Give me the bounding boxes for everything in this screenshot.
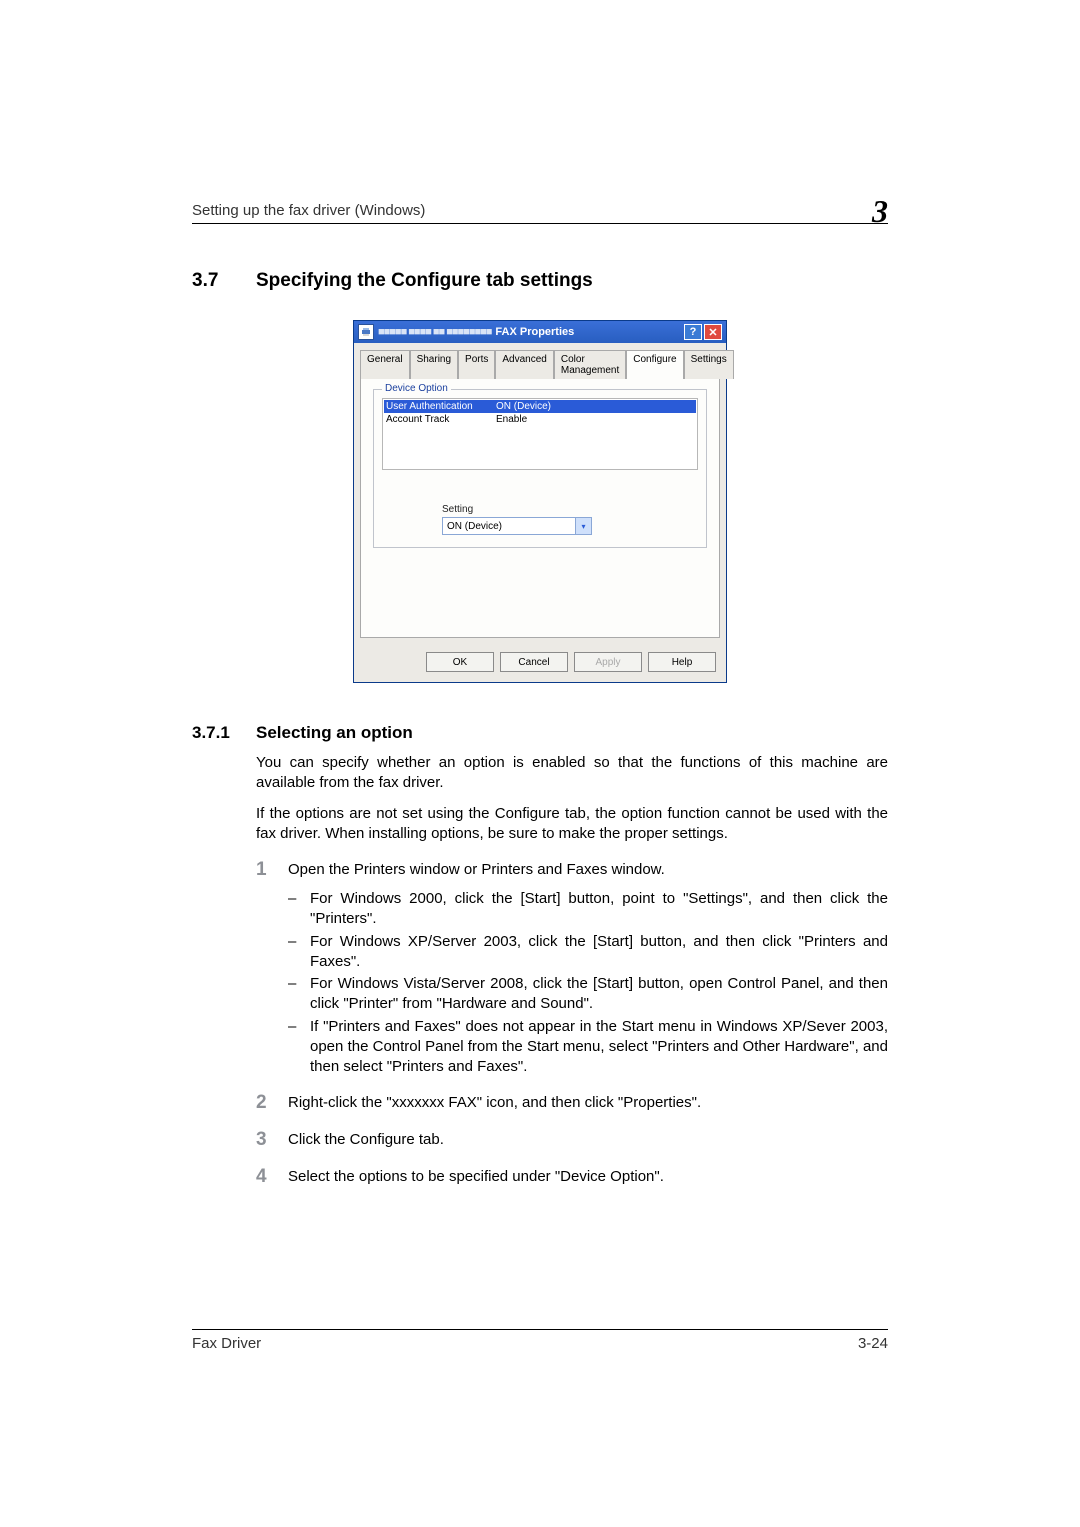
option-value: ON (Device) (496, 401, 551, 412)
tab-general[interactable]: General (360, 350, 410, 379)
list-text: If "Printers and Faxes" does not appear … (310, 1017, 888, 1078)
step-text: Open the Printers window or Printers and… (288, 860, 888, 880)
list-item: –For Windows 2000, click the [Start] but… (288, 889, 888, 930)
cancel-button[interactable]: Cancel (500, 652, 568, 672)
paragraph: If the options are not set using the Con… (256, 804, 888, 845)
option-row[interactable]: User Authentication ON (Device) (384, 400, 696, 413)
option-value: Enable (496, 414, 527, 425)
list-item: –If "Printers and Faxes" does not appear… (288, 1017, 888, 1078)
dialog-title: FAX Properties (495, 326, 574, 338)
dialog-title-prefix: ■■■■■ ■■■■ ■■ ■■■■■■■■ (378, 326, 491, 338)
tab-strip: General Sharing Ports Advanced Color Man… (360, 349, 720, 378)
option-row[interactable]: Account Track Enable (384, 413, 696, 426)
tab-color-management[interactable]: Color Management (554, 350, 626, 379)
list-text: For Windows XP/Server 2003, click the [S… (310, 932, 888, 973)
tab-sharing[interactable]: Sharing (410, 350, 458, 379)
list-text: For Windows 2000, click the [Start] butt… (310, 889, 888, 930)
setting-combo[interactable]: ON (Device) ▾ (442, 517, 592, 535)
step-text: Select the options to be specified under… (288, 1167, 888, 1187)
section-number: 3.7 (192, 270, 256, 292)
tab-configure[interactable]: Configure (626, 350, 683, 379)
list-text: For Windows Vista/Server 2008, click the… (310, 974, 888, 1015)
paragraph: You can specify whether an option is ena… (256, 753, 888, 794)
dialog-screenshot: ■■■■■ ■■■■ ■■ ■■■■■■■■ FAX Properties ? … (353, 320, 727, 683)
step-number: 2 (256, 1093, 288, 1114)
tab-ports[interactable]: Ports (458, 350, 495, 379)
combo-value: ON (Device) (447, 521, 502, 532)
subsection-title: Selecting an option (256, 723, 413, 743)
step-text: Click the Configure tab. (288, 1130, 888, 1150)
option-list[interactable]: User Authentication ON (Device) Account … (382, 398, 698, 470)
close-icon[interactable]: ✕ (704, 324, 722, 340)
subsection-number: 3.7.1 (192, 723, 256, 743)
setting-label: Setting (442, 504, 698, 515)
chevron-down-icon[interactable]: ▾ (575, 518, 591, 534)
step-text: Right-click the "xxxxxxx FAX" icon, and … (288, 1093, 888, 1113)
groupbox-label: Device Option (382, 383, 451, 394)
chapter-number: 3 (872, 202, 888, 221)
step-number: 3 (256, 1130, 288, 1151)
running-header: Setting up the fax driver (Windows) (192, 202, 425, 219)
section-title: Specifying the Configure tab settings (256, 270, 593, 292)
step-number: 4 (256, 1167, 288, 1188)
step-number: 1 (256, 860, 288, 881)
option-key: Account Track (386, 414, 496, 425)
list-item: –For Windows Vista/Server 2008, click th… (288, 974, 888, 1015)
footer-left: Fax Driver (192, 1335, 261, 1352)
ok-button[interactable]: OK (426, 652, 494, 672)
help-icon[interactable]: ? (684, 324, 702, 340)
printer-icon (358, 324, 374, 340)
device-option-group: Device Option User Authentication ON (De… (373, 389, 707, 548)
option-key: User Authentication (386, 401, 496, 412)
apply-button[interactable]: Apply (574, 652, 642, 672)
list-item: –For Windows XP/Server 2003, click the [… (288, 932, 888, 973)
footer-right: 3-24 (858, 1335, 888, 1352)
dialog-titlebar: ■■■■■ ■■■■ ■■ ■■■■■■■■ FAX Properties ? … (354, 321, 726, 343)
help-button[interactable]: Help (648, 652, 716, 672)
tab-advanced[interactable]: Advanced (495, 350, 553, 379)
tab-settings[interactable]: Settings (684, 350, 734, 379)
